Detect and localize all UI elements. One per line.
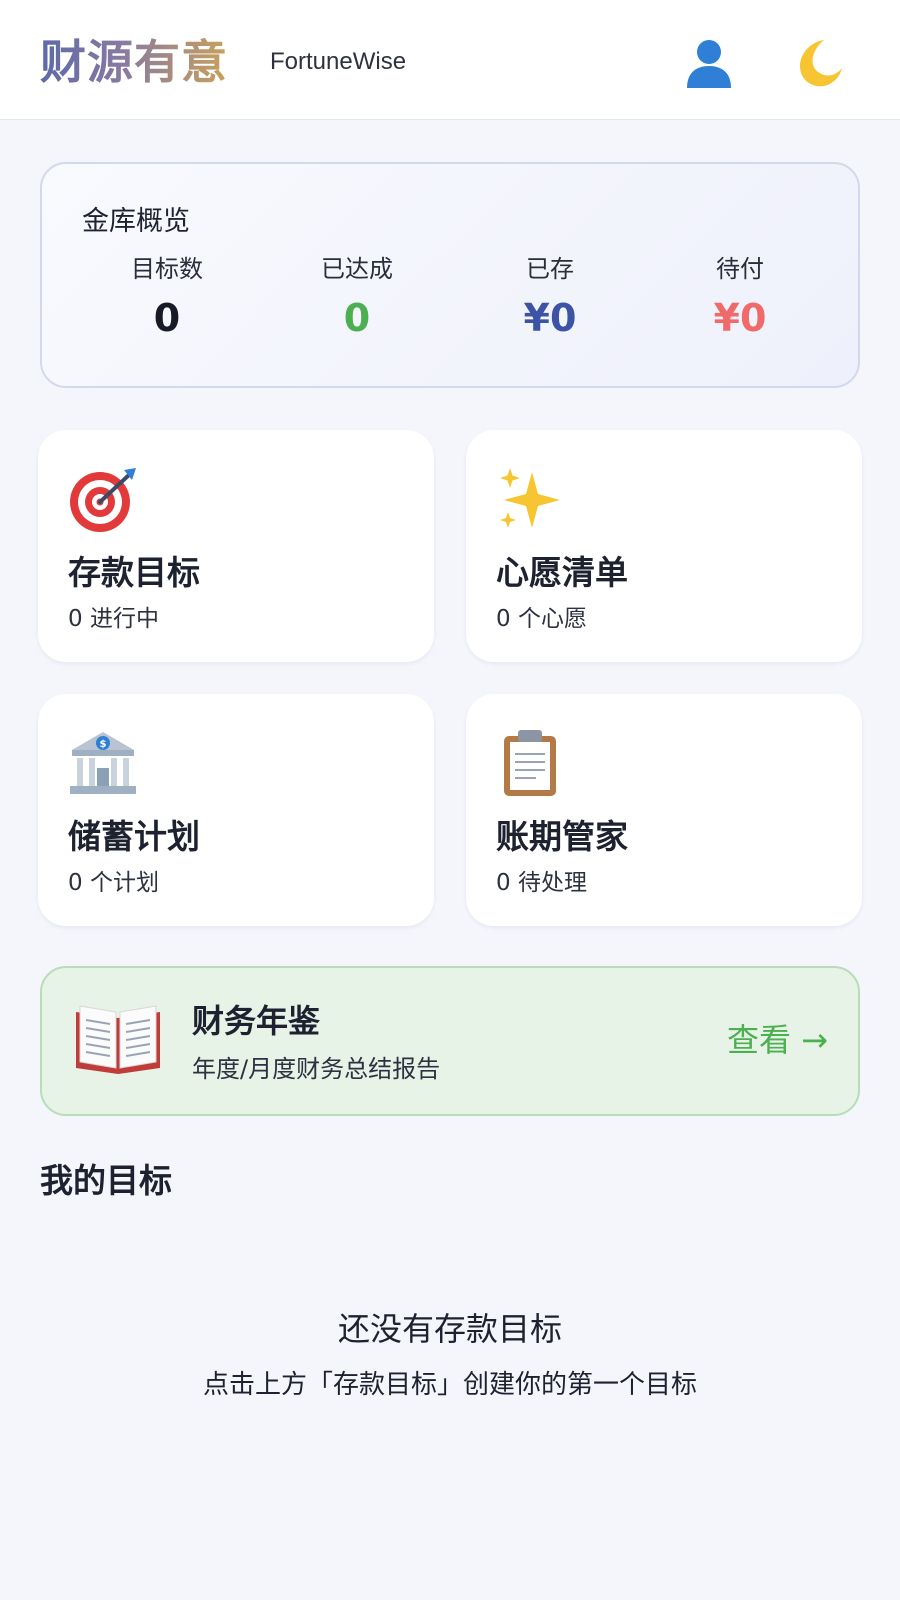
empty-state-title: 还没有存款目标	[337, 1310, 562, 1348]
stat-value: 0	[153, 296, 181, 340]
card-title: 账期管家	[496, 817, 628, 856]
stat-label: 已存	[526, 255, 574, 283]
user-icon	[687, 40, 731, 88]
stat-saved: 已存 ¥0	[450, 252, 650, 342]
stat-label: 待付	[716, 255, 764, 283]
stat-pending: 待付 ¥0	[640, 252, 840, 342]
open-book-icon	[72, 998, 164, 1082]
stat-achieved: 已达成 0	[257, 252, 457, 342]
target-icon	[68, 464, 138, 534]
svg-text:$: $	[100, 739, 107, 750]
report-title: 财务年鉴	[192, 1002, 321, 1040]
sparkles-icon	[496, 464, 566, 534]
wishlist-card[interactable]: 心愿清单 0 个心愿	[466, 430, 862, 662]
empty-state-hint: 点击上方「存款目标」创建你的第一个目标	[202, 1370, 697, 1400]
card-subtitle: 0 进行中	[68, 606, 159, 632]
savings-goal-card[interactable]: 存款目标 0 进行中	[38, 430, 434, 662]
stat-value: ¥0	[713, 296, 767, 340]
app-header: 财源有意 FortuneWise	[0, 0, 900, 120]
view-report-link[interactable]: 查看 →	[727, 1018, 828, 1062]
card-title: 储蓄计划	[68, 817, 200, 856]
theme-toggle-button[interactable]	[790, 36, 844, 90]
card-title: 存款目标	[68, 553, 200, 592]
billing-manager-card[interactable]: 账期管家 0 待处理	[466, 694, 862, 926]
bank-icon: $	[68, 728, 138, 798]
overview-title: 金库概览	[82, 206, 190, 237]
savings-plan-card[interactable]: $ 储蓄计划 0 个计划	[38, 694, 434, 926]
stat-label: 目标数	[131, 255, 203, 283]
card-subtitle: 0 个计划	[68, 870, 159, 896]
card-title: 心愿清单	[496, 553, 628, 592]
stat-goal-count: 目标数 0	[67, 252, 267, 342]
my-goals-heading: 我的目标	[40, 1161, 172, 1200]
report-subtitle: 年度/月度财务总结报告	[192, 1055, 441, 1083]
vault-overview-card: 金库概览 目标数 0 已达成 0 已存 ¥0 待付 ¥0	[40, 162, 860, 388]
financial-yearbook-banner[interactable]: 财务年鉴 年度/月度财务总结报告 查看 →	[40, 966, 860, 1116]
stat-label: 已达成	[321, 255, 393, 283]
app-logo-title: 财源有意	[40, 30, 228, 94]
profile-button[interactable]	[682, 36, 736, 90]
clipboard-icon	[496, 728, 566, 798]
stat-value: ¥0	[523, 296, 577, 340]
app-subtitle: FortuneWise	[270, 48, 407, 75]
moon-icon	[800, 40, 842, 87]
stat-value: 0	[343, 296, 371, 340]
card-subtitle: 0 个心愿	[496, 606, 587, 632]
card-subtitle: 0 待处理	[496, 870, 587, 896]
